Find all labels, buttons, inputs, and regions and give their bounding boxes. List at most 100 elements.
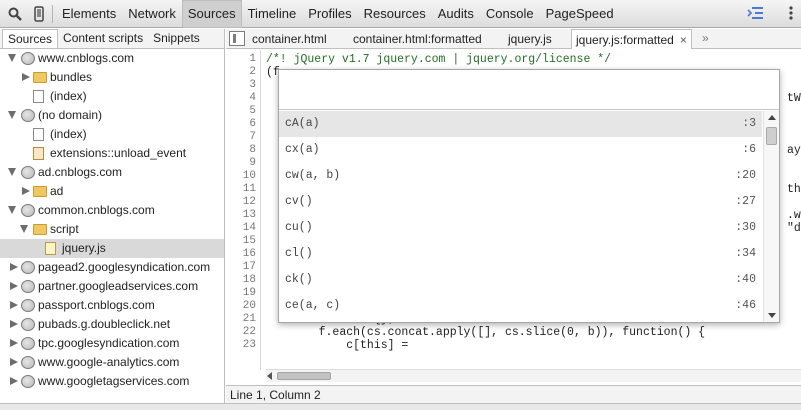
member-line-number: :30 xyxy=(735,221,756,234)
line-number: 12 xyxy=(242,196,256,208)
scroll-down-arrow-icon[interactable] xyxy=(768,313,776,318)
tab-profiles[interactable]: Profiles xyxy=(302,0,357,28)
tree-item[interactable]: www.googletagservices.com xyxy=(0,372,224,391)
expanded-arrow-icon[interactable] xyxy=(8,168,16,176)
editor-tab-strip: container.html container.html:formatted jq… xyxy=(226,29,801,49)
member-list-item[interactable]: ck():40 xyxy=(279,267,762,293)
toggle-drawer-icon[interactable] xyxy=(747,6,763,22)
member-list-item[interactable]: ce(a, c):46 xyxy=(279,293,762,319)
collapsed-arrow-icon[interactable] xyxy=(10,358,18,366)
scrollbar-thumb[interactable] xyxy=(277,372,331,380)
goto-member-input[interactable] xyxy=(279,70,779,110)
line-number: 6 xyxy=(249,118,256,130)
tree-item[interactable]: pubads.g.doubleclick.net xyxy=(0,315,224,334)
editor-tab[interactable]: jquery.js xyxy=(504,29,556,49)
member-list-scrollbar[interactable] xyxy=(763,111,779,322)
line-number: 4 xyxy=(249,92,256,104)
member-list-item[interactable]: cA(a):3 xyxy=(279,111,762,137)
editor-horizontal-scrollbar[interactable] xyxy=(266,369,801,382)
collapsed-arrow-icon[interactable] xyxy=(10,339,18,347)
tree-item-label: www.cnblogs.com xyxy=(38,51,135,65)
tree-item[interactable]: extensions::unload_event xyxy=(0,144,224,163)
tree-item-label: bundles xyxy=(50,70,93,84)
member-list-item[interactable]: cl():34 xyxy=(279,241,762,267)
code-line-fragment: ay") xyxy=(787,144,801,157)
code-line: c[this] = xyxy=(291,339,415,352)
tree-item[interactable]: ad xyxy=(0,182,224,201)
tree-item-label: ad xyxy=(50,184,64,198)
tab-network[interactable]: Network xyxy=(122,0,182,28)
scroll-left-arrow-icon[interactable] xyxy=(267,372,272,380)
toggle-navigator-button[interactable] xyxy=(229,31,245,46)
expanded-arrow-icon[interactable] xyxy=(20,225,28,233)
tree-item[interactable]: common.cnblogs.com xyxy=(0,201,224,220)
collapsed-arrow-icon[interactable] xyxy=(10,301,18,309)
tree-item[interactable]: www.cnblogs.com xyxy=(0,49,224,68)
navigator-tab-content-scripts[interactable]: Content scripts xyxy=(58,29,148,48)
code-line-fragment: tWi xyxy=(787,92,801,105)
editor-tab[interactable]: jquery.js:formatted × xyxy=(571,29,692,49)
member-line-number: :3 xyxy=(742,117,756,130)
line-number: 21 xyxy=(242,313,256,325)
collapsed-arrow-icon[interactable] xyxy=(10,282,18,290)
navigator-tab-snippets[interactable]: Snippets xyxy=(148,29,205,48)
line-number: 18 xyxy=(242,274,256,286)
tab-pagespeed[interactable]: PageSpeed xyxy=(540,0,620,28)
collapsed-arrow-icon[interactable] xyxy=(10,320,18,328)
collapsed-arrow-icon[interactable] xyxy=(22,187,30,195)
tree-item[interactable]: pagead2.googlesyndication.com xyxy=(0,258,224,277)
tab-elements[interactable]: Elements xyxy=(56,0,122,28)
device-mode-icon[interactable] xyxy=(30,5,48,23)
expanded-arrow-icon[interactable] xyxy=(8,54,16,62)
tree-item[interactable]: www.google-analytics.com xyxy=(0,353,224,372)
tree-item-label: jquery.js xyxy=(62,241,106,255)
scroll-up-arrow-icon[interactable] xyxy=(768,115,776,120)
tree-item[interactable]: script xyxy=(0,220,224,239)
tab-resources[interactable]: Resources xyxy=(358,0,432,28)
member-list-item[interactable]: cu():30 xyxy=(279,215,762,241)
collapsed-arrow-icon[interactable] xyxy=(10,377,18,385)
member-list-item[interactable]: cw(a, b):20 xyxy=(279,163,762,189)
tree-item[interactable]: ad.cnblogs.com xyxy=(0,163,224,182)
collapsed-arrow-icon[interactable] xyxy=(10,263,18,271)
tree-item[interactable]: tpc.googlesyndication.com xyxy=(0,334,224,353)
tree-item[interactable]: bundles xyxy=(0,68,224,87)
code-text: c[this] = xyxy=(346,339,416,352)
editor-tab-label: container.html xyxy=(252,32,327,46)
expanded-arrow-icon[interactable] xyxy=(8,206,16,214)
sources-navigator: Sources Content scripts Snippets www.cnblo… xyxy=(0,29,225,410)
member-name: ck() xyxy=(285,273,313,286)
tab-console[interactable]: Console xyxy=(480,0,540,28)
tree-item[interactable]: partner.googleadservices.com xyxy=(0,277,224,296)
navigator-tab-sources[interactable]: Sources xyxy=(2,29,59,48)
editor-tab[interactable]: container.html:formatted xyxy=(349,29,486,49)
close-icon[interactable]: × xyxy=(680,33,687,47)
tree-item[interactable]: (index) xyxy=(0,125,224,144)
tree-item-label: script xyxy=(50,222,79,236)
tab-timeline[interactable]: Timeline xyxy=(242,0,303,28)
line-number: 15 xyxy=(242,235,256,247)
tab-sources[interactable]: Sources xyxy=(181,0,242,28)
code-line-fragment: th = xyxy=(787,183,801,196)
devtools-window: Elements Network Sources Timeline Profiles Re… xyxy=(0,0,801,410)
tree-item[interactable]: jquery.js xyxy=(0,239,224,258)
member-list-item[interactable]: cv():27 xyxy=(279,189,762,215)
collapsed-arrow-icon[interactable] xyxy=(22,73,30,81)
navigator-tabs: Sources Content scripts Snippets xyxy=(0,29,224,49)
line-number: 8 xyxy=(249,144,256,156)
tab-audits[interactable]: Audits xyxy=(432,0,480,28)
tree-item[interactable]: (index) xyxy=(0,87,224,106)
tree-item-label: (index) xyxy=(50,127,87,141)
search-icon[interactable] xyxy=(6,5,24,23)
member-list-item[interactable]: cx(a):6 xyxy=(279,137,762,163)
more-tabs-button[interactable]: » xyxy=(702,29,709,48)
expanded-arrow-icon[interactable] xyxy=(8,111,16,119)
tree-item[interactable]: passport.cnblogs.com xyxy=(0,296,224,315)
scrollbar-thumb[interactable] xyxy=(766,127,777,145)
editor-tab[interactable]: container.html xyxy=(248,29,331,49)
toolbar-right xyxy=(747,5,793,23)
globe-icon xyxy=(21,204,35,217)
tree-item[interactable]: (no domain) xyxy=(0,106,224,125)
more-icon[interactable] xyxy=(789,5,793,23)
document-icon xyxy=(33,90,44,103)
